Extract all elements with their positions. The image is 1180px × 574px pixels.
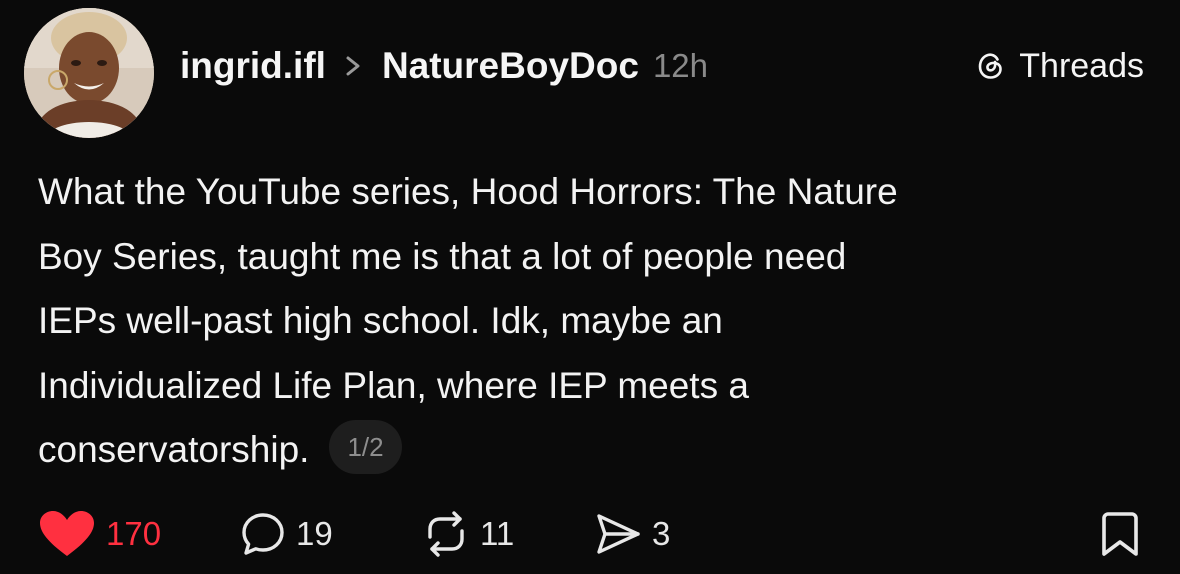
avatar-image: [24, 8, 154, 138]
chevron-right-icon: [346, 56, 360, 76]
post-text-last-line: conservatorship. 1/2: [38, 418, 1138, 483]
bookmark-button[interactable]: [1100, 508, 1140, 560]
paper-plane-icon: [597, 514, 640, 554]
post-timestamp: 12h: [652, 47, 708, 84]
like-button[interactable]: 170: [38, 508, 161, 560]
threads-brand-label: Threads: [1019, 46, 1144, 85]
threads-logo-icon: [978, 53, 1003, 79]
post-text-line: conservatorship.: [38, 429, 310, 470]
heart-icon: [40, 511, 94, 556]
thread-page-indicator[interactable]: 1/2: [329, 420, 402, 475]
like-count: 170: [106, 515, 162, 552]
post-text-line: IEPs well-past high school. Idk, maybe a…: [38, 300, 723, 341]
share-button[interactable]: 3: [594, 508, 670, 560]
share-count: 3: [652, 515, 671, 552]
reply-to-username[interactable]: NatureBoyDoc: [382, 45, 639, 87]
bookmark-icon: [1102, 512, 1138, 556]
post-text-line: What the YouTube series, Hood Horrors: T…: [38, 171, 898, 212]
post-text-line: Individualized Life Plan, where IEP meet…: [38, 364, 749, 406]
threads-brand: Threads: [975, 40, 1144, 92]
repost-count: 11: [480, 515, 515, 552]
repost-arrows-icon: [428, 511, 464, 557]
author-username[interactable]: ingrid.ifl: [180, 45, 326, 87]
comment-button[interactable]: 19: [240, 508, 333, 560]
post-actions: 170 19 11 3: [36, 508, 1146, 560]
author-avatar[interactable]: [24, 8, 154, 138]
repost-button[interactable]: 11: [422, 508, 514, 560]
speech-bubble-icon: [242, 513, 284, 555]
post-text: What the YouTube series, Hood Horrors: T…: [38, 160, 1138, 483]
post-header: ingrid.ifl NatureBoyDoc 12h: [180, 38, 708, 94]
comment-count: 19: [296, 515, 333, 552]
post-text-line: Boy Series, taught me is that a lot of p…: [38, 235, 847, 277]
